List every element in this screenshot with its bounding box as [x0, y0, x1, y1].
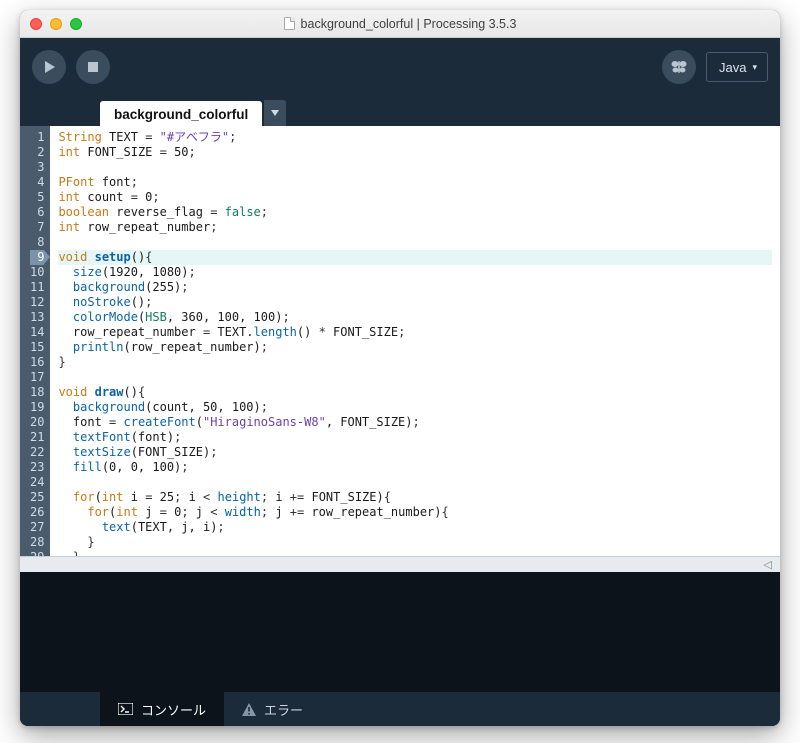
line-number: 18 — [30, 385, 44, 400]
file-icon — [284, 17, 295, 30]
code-line[interactable]: textSize(FONT_SIZE); — [58, 445, 772, 460]
line-number: 24 — [30, 475, 44, 490]
play-icon — [42, 60, 56, 74]
line-number: 19 — [30, 400, 44, 415]
code-line[interactable]: } — [58, 550, 772, 556]
code-line[interactable] — [58, 370, 772, 385]
run-button[interactable] — [32, 50, 66, 84]
line-number: 9 — [30, 250, 44, 265]
tab-bar: background_colorful — [20, 96, 780, 126]
code-line[interactable]: noStroke(); — [58, 295, 772, 310]
code-line[interactable]: text(TEXT, j, i); — [58, 520, 772, 535]
close-window-button[interactable] — [30, 18, 42, 30]
line-number: 20 — [30, 415, 44, 430]
line-number: 28 — [30, 535, 44, 550]
collapse-marker-icon: ◁ — [764, 558, 772, 571]
window-title: background_colorful | Processing 3.5.3 — [20, 17, 780, 31]
line-number: 25 — [30, 490, 44, 505]
code-line[interactable]: String TEXT = "#アベフラ"; — [58, 130, 772, 145]
code-line[interactable]: PFont font; — [58, 175, 772, 190]
line-number: 2 — [30, 145, 44, 160]
language-label: Java — [719, 60, 746, 75]
code-line[interactable]: void setup(){ — [58, 250, 772, 265]
line-number: 14 — [30, 325, 44, 340]
console-icon — [118, 703, 133, 715]
code-line[interactable]: textFont(font); — [58, 430, 772, 445]
code-line[interactable]: int count = 0; — [58, 190, 772, 205]
code-line[interactable]: } — [58, 355, 772, 370]
line-number: 22 — [30, 445, 44, 460]
code-line[interactable]: background(count, 50, 100); — [58, 400, 772, 415]
line-number: 8 — [30, 235, 44, 250]
console-tab[interactable]: コンソール — [100, 692, 224, 726]
code-line[interactable]: background(255); — [58, 280, 772, 295]
bottom-tab-bar: コンソール エラー — [20, 692, 780, 726]
window-title-text: background_colorful | Processing 3.5.3 — [301, 17, 517, 31]
line-number: 10 — [30, 265, 44, 280]
code-editor[interactable]: 1234567891011121314151617181920212223242… — [20, 126, 780, 556]
errors-tab[interactable]: エラー — [224, 692, 321, 726]
line-number: 5 — [30, 190, 44, 205]
code-line[interactable]: boolean reverse_flag = false; — [58, 205, 772, 220]
minimize-window-button[interactable] — [50, 18, 62, 30]
zoom-window-button[interactable] — [70, 18, 82, 30]
line-number: 15 — [30, 340, 44, 355]
code-line[interactable]: void draw(){ — [58, 385, 772, 400]
app-window: background_colorful | Processing 3.5.3 J… — [20, 10, 780, 726]
code-line[interactable]: for(int j = 0; j < width; j += row_repea… — [58, 505, 772, 520]
code-line[interactable]: int row_repeat_number; — [58, 220, 772, 235]
sketch-tab[interactable]: background_colorful — [100, 101, 262, 126]
line-number: 3 — [30, 160, 44, 175]
line-number: 13 — [30, 310, 44, 325]
line-number: 23 — [30, 460, 44, 475]
chevron-down-icon — [271, 110, 279, 116]
window-controls — [30, 18, 82, 30]
code-line[interactable]: println(row_repeat_number); — [58, 340, 772, 355]
console-tab-label: コンソール — [141, 700, 206, 719]
titlebar: background_colorful | Processing 3.5.3 — [20, 10, 780, 38]
debug-button[interactable] — [662, 50, 696, 84]
code-line[interactable]: int FONT_SIZE = 50; — [58, 145, 772, 160]
code-line[interactable]: row_repeat_number = TEXT.length() * FONT… — [58, 325, 772, 340]
butterfly-icon — [670, 58, 688, 76]
code-line[interactable]: font = createFont("HiraginoSans-W8", FON… — [58, 415, 772, 430]
line-number: 29 — [30, 550, 44, 556]
line-number: 21 — [30, 430, 44, 445]
line-number-gutter: 1234567891011121314151617181920212223242… — [20, 126, 50, 556]
chevron-down-icon: ▾ — [752, 62, 757, 73]
line-number: 16 — [30, 355, 44, 370]
stop-button[interactable] — [76, 50, 110, 84]
stop-icon — [87, 61, 99, 73]
editor-area: 1234567891011121314151617181920212223242… — [20, 126, 780, 572]
toolbar: Java ▾ — [20, 38, 780, 96]
code-line[interactable] — [58, 235, 772, 250]
tab-label: background_colorful — [114, 107, 248, 122]
code-line[interactable]: colorMode(HSB, 360, 100, 100); — [58, 310, 772, 325]
warning-icon — [242, 703, 256, 716]
code-line[interactable] — [58, 160, 772, 175]
tab-menu-button[interactable] — [264, 100, 286, 126]
code-line[interactable]: size(1920, 1080); — [58, 265, 772, 280]
line-number: 17 — [30, 370, 44, 385]
code-line[interactable]: for(int i = 25; i < height; i += FONT_SI… — [58, 490, 772, 505]
line-number: 12 — [30, 295, 44, 310]
line-number: 7 — [30, 220, 44, 235]
code-line[interactable] — [58, 475, 772, 490]
code-content[interactable]: String TEXT = "#アベフラ";int FONT_SIZE = 50… — [50, 126, 780, 556]
console-output[interactable] — [20, 572, 780, 692]
code-line[interactable]: fill(0, 0, 100); — [58, 460, 772, 475]
line-number: 4 — [30, 175, 44, 190]
line-number: 1 — [30, 130, 44, 145]
code-line[interactable]: } — [58, 535, 772, 550]
line-number: 27 — [30, 520, 44, 535]
language-mode-dropdown[interactable]: Java ▾ — [706, 52, 768, 82]
line-number: 6 — [30, 205, 44, 220]
errors-tab-label: エラー — [264, 700, 303, 719]
line-number: 26 — [30, 505, 44, 520]
editor-divider[interactable]: ◁ — [20, 556, 780, 572]
line-number: 11 — [30, 280, 44, 295]
